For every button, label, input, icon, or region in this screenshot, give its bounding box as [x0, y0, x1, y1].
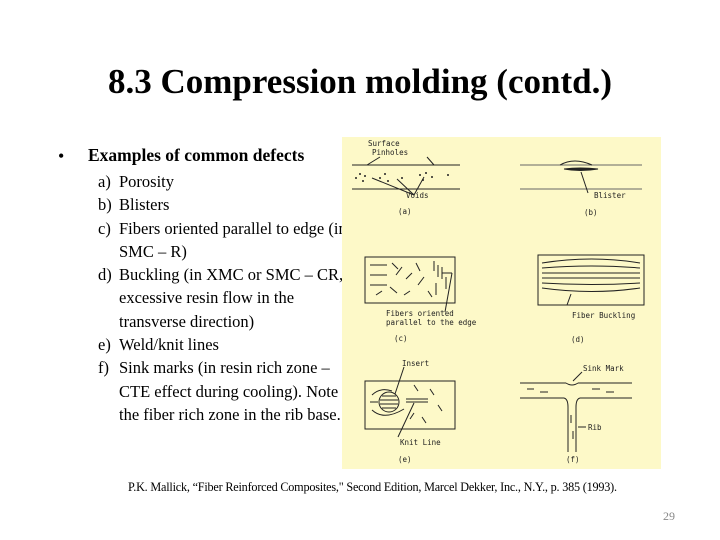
item-text: Fibers oriented parallel to edge (in SMC…: [119, 218, 347, 261]
item-label: f): [98, 358, 109, 378]
label-knit-line: Knit Line: [400, 438, 441, 447]
defect-item-f: f) Sink marks (in resin rich zone – CTE e…: [98, 356, 348, 426]
voids-dots: [355, 172, 449, 182]
defect-item-d: d) Buckling (in XMC or SMC – CR, excessiv…: [98, 263, 348, 333]
caption-e: (e): [398, 455, 412, 464]
panel-c-fiber-orientation: [364, 256, 456, 313]
label-surface: Surface: [368, 139, 400, 148]
label-parallel-edge: parallel to the edge: [386, 318, 477, 327]
item-text: Weld/knit lines: [119, 335, 219, 355]
defect-list: a) Porosity b) Blisters c) Fibers oriented …: [98, 170, 348, 426]
panel-b-blister: [520, 160, 642, 194]
defects-diagram: Surface Pinholes Voids (a) Blister (b) F…: [352, 139, 645, 464]
label-blister: Blister: [594, 191, 626, 200]
label-fiber-buckling: Fiber Buckling: [572, 311, 635, 320]
caption-c: (c): [394, 334, 408, 343]
page-number: 29: [663, 509, 675, 523]
caption-f: (f): [566, 455, 580, 464]
item-text: Blisters: [119, 195, 170, 215]
panel-d-fiber-buckling: [537, 254, 645, 306]
citation: P.K. Mallick, “Fiber Reinforced Composit…: [128, 480, 617, 494]
panel-a-porosity: [352, 156, 460, 196]
caption-a: (a): [398, 207, 412, 216]
bullet-heading: Examples of common defects: [88, 145, 305, 165]
item-label: c): [98, 218, 111, 238]
label-insert: Insert: [402, 359, 429, 368]
slide-title: 8.3 Compression molding (contd.): [108, 62, 612, 101]
label-fibers-oriented: Fibers oriented: [386, 309, 454, 318]
item-label: d): [98, 265, 112, 285]
item-text: Sink marks (in resin rich zone – CTE eff…: [119, 358, 341, 424]
item-label: e): [98, 335, 111, 355]
defect-item-c: c) Fibers oriented parallel to edge (in S…: [98, 217, 348, 264]
item-label: a): [98, 172, 111, 191]
label-pinholes: Pinholes: [372, 148, 408, 157]
item-text: Buckling (in XMC or SMC – CR, excessive …: [119, 265, 344, 331]
caption-d: (d): [571, 335, 585, 344]
label-voids: Voids: [406, 191, 429, 200]
panel-f-sink-mark: [520, 371, 632, 452]
defect-item-b: b) Blisters: [98, 193, 348, 216]
defect-item-e: e) Weld/knit lines: [98, 333, 348, 356]
defects-figure: Surface Pinholes Voids (a) Blister (b) F…: [342, 137, 661, 469]
label-rib: Rib: [588, 423, 602, 432]
defect-item-a: a) Porosity: [98, 170, 348, 193]
label-sink-mark: Sink Mark: [583, 364, 624, 373]
panel-e-knit-line: [364, 366, 456, 438]
caption-b: (b): [584, 208, 598, 217]
bullet-icon: •: [58, 146, 65, 166]
item-text: Porosity: [119, 172, 175, 191]
item-label: b): [98, 195, 112, 215]
